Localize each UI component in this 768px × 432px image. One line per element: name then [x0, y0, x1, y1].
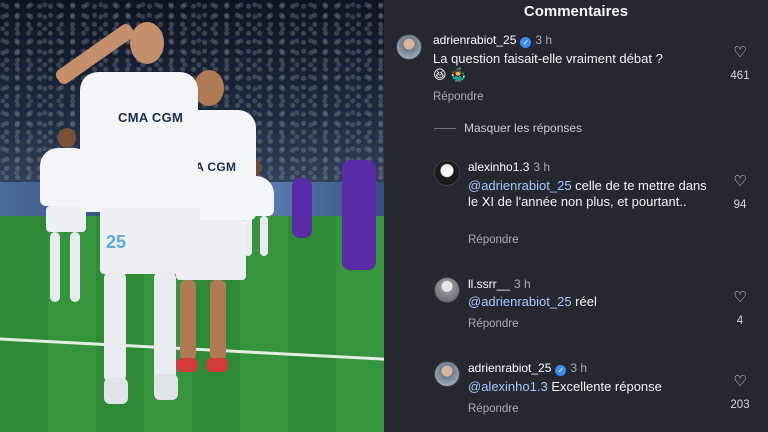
shorts-number: 25	[106, 232, 127, 252]
comment-mention[interactable]: @alexinho1.3	[468, 379, 548, 394]
main-player: CMA CGM 25	[46, 21, 206, 412]
divider	[434, 128, 456, 129]
opponent-player	[292, 178, 312, 238]
comment-meta: ll.ssrr__ 3 h	[468, 277, 531, 291]
avatar[interactable]	[434, 361, 460, 387]
comment-username[interactable]: adrienrabiot_25	[468, 361, 551, 375]
comment-mention[interactable]: @adrienrabiot_25	[468, 294, 572, 309]
like-count: 461	[730, 70, 750, 82]
comment-text: @alexinho1.3 Excellente réponse	[468, 379, 718, 395]
comment-mention[interactable]: @adrienrabiot_25	[468, 178, 572, 193]
reply-button[interactable]: Répondre	[468, 403, 519, 415]
panel-title: Commentaires	[523, 3, 629, 20]
comments-panel: Commentaires adrienrabiot_25 ✓ 3 h La ques…	[384, 0, 768, 432]
heart-icon[interactable]: ♡	[730, 174, 750, 190]
comment-body: Excellente réponse	[547, 379, 662, 394]
avatar[interactable]	[434, 160, 460, 186]
comment-meta: adrienrabiot_25 ✓ 3 h	[468, 361, 587, 376]
like-count: 94	[733, 199, 747, 211]
heart-icon[interactable]: ♡	[730, 374, 750, 390]
comment-username[interactable]: adrienrabiot_25	[433, 33, 516, 47]
comment-meta: adrienrabiot_25 ✓ 3 h	[433, 33, 552, 48]
comment-username[interactable]: alexinho1.3	[468, 160, 529, 174]
comment-time: 3 h	[514, 277, 531, 291]
comment-body: La question faisait-elle vraiment débat …	[433, 51, 663, 66]
match-photo: CMA CGM 44 CMA CGM 25	[0, 0, 384, 432]
verified-badge-icon: ✓	[520, 37, 532, 48]
reply-button[interactable]: Répondre	[468, 234, 519, 246]
comment-text: La question faisait-elle vraiment débat …	[433, 51, 723, 83]
comment-time: 3 h	[570, 361, 588, 375]
comment-username[interactable]: ll.ssrr__	[468, 277, 510, 291]
heart-icon[interactable]: ♡	[730, 45, 750, 61]
avatar[interactable]	[434, 277, 460, 303]
comment-body: réel	[571, 294, 597, 309]
comment-time: 3 h	[535, 33, 553, 47]
hide-replies-button[interactable]: Masquer les réponses	[464, 121, 582, 135]
reply-button[interactable]: Répondre	[468, 318, 519, 330]
like-count: 4	[736, 315, 744, 327]
comment-emoji: 😆 🤹‍♂️	[433, 67, 467, 82]
shirt-sponsor: CMA CGM	[118, 110, 184, 125]
opponent-player	[342, 160, 376, 270]
heart-icon[interactable]: ♡	[730, 290, 750, 306]
avatar[interactable]	[396, 34, 422, 60]
reply-button[interactable]: Répondre	[433, 91, 484, 103]
verified-badge-icon: ✓	[555, 365, 567, 376]
comment-meta: alexinho1.3 3 h	[468, 160, 550, 174]
comment-time: 3 h	[533, 160, 551, 174]
like-count: 203	[730, 399, 750, 411]
comment-text: @adrienrabiot_25 celle de te mettre dans…	[468, 178, 718, 210]
comment-text: @adrienrabiot_25 réel	[468, 294, 718, 310]
